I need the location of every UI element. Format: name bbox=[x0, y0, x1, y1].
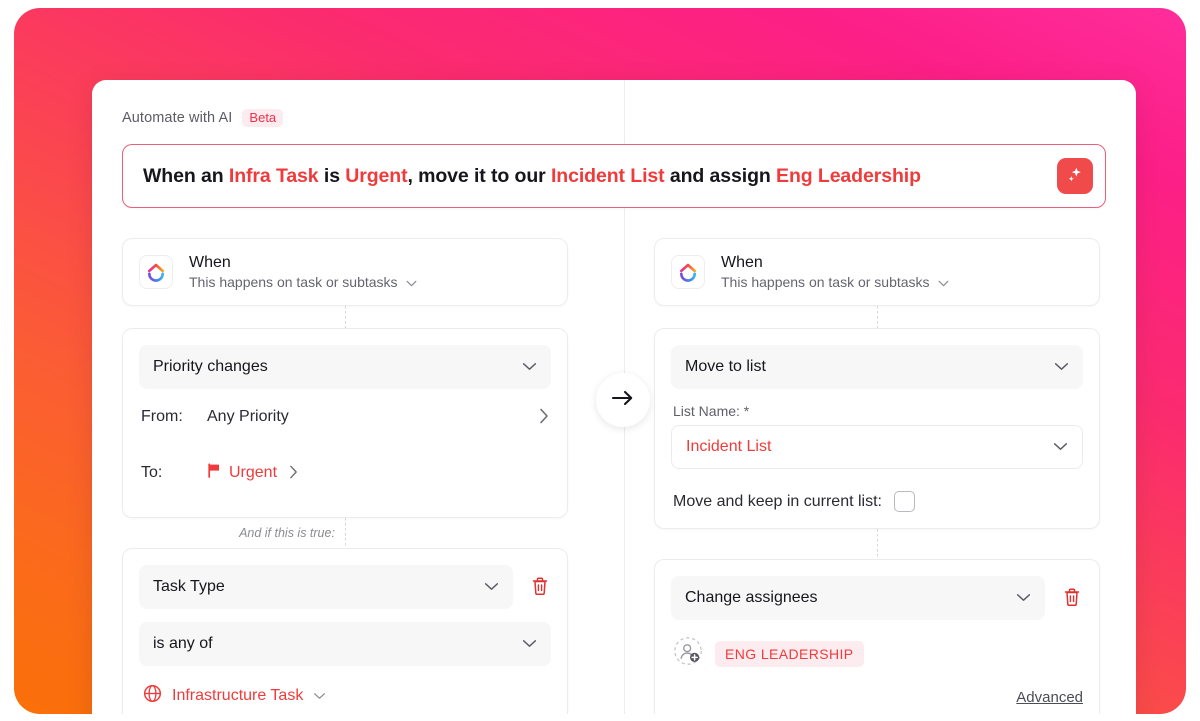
flow-arrow-badge bbox=[596, 373, 650, 427]
advanced-row: Advanced bbox=[671, 689, 1083, 706]
priority-to-row[interactable]: To: Urgent bbox=[139, 445, 551, 501]
trigger-type-select[interactable]: Priority changes bbox=[139, 345, 551, 389]
trigger-type-value: Priority changes bbox=[153, 358, 268, 375]
prompt-segment-1: Infra Task bbox=[228, 164, 319, 187]
action-trigger-title: When bbox=[721, 254, 763, 271]
panel-header: Automate with AI Beta bbox=[122, 108, 1106, 128]
connector-line bbox=[344, 306, 346, 328]
priority-to-value: Urgent bbox=[229, 464, 278, 481]
trigger-config-card: Priority changes From: Any Priority To: … bbox=[122, 328, 568, 518]
trigger-when-card[interactable]: When This happens on task or subtasks bbox=[122, 238, 568, 306]
chevron-down-icon bbox=[522, 358, 537, 376]
ai-prompt-text[interactable]: When an Infra Task is Urgent, move it to… bbox=[143, 165, 1057, 188]
move-to-list-card: Move to list List Name: * Incident List bbox=[654, 328, 1100, 529]
keep-in-list-checkbox[interactable] bbox=[894, 491, 915, 512]
condition-field-row: Task Type bbox=[139, 565, 551, 609]
beta-badge: Beta bbox=[242, 109, 284, 127]
action-column: When This happens on task or subtasks Mo… bbox=[654, 238, 1100, 714]
clickup-logo-icon bbox=[671, 255, 705, 289]
trigger-column: When This happens on task or subtasks Pr… bbox=[122, 238, 568, 714]
condition-strip: And if this is true: bbox=[122, 518, 568, 548]
generate-automation-button[interactable] bbox=[1057, 158, 1093, 194]
priority-from-label: From: bbox=[141, 408, 183, 425]
globe-icon bbox=[143, 684, 162, 708]
list-name-select[interactable]: Incident List bbox=[671, 425, 1083, 469]
change-assignees-card: Change assignees ENG LEADERSHIP Advanced bbox=[654, 559, 1100, 714]
action-trigger-subtitle: This happens on task or subtasks bbox=[721, 274, 930, 290]
condition-field-value: Task Type bbox=[153, 578, 225, 595]
prompt-segment-0: When an bbox=[143, 164, 229, 187]
screenshot-root: Automate with AI Beta When an Infra Task… bbox=[0, 0, 1200, 721]
chevron-down-icon bbox=[1054, 358, 1069, 376]
flag-icon bbox=[207, 463, 221, 483]
prompt-segment-3: Urgent bbox=[345, 164, 408, 187]
page-title: Automate with AI bbox=[122, 110, 233, 126]
clickup-logo-icon bbox=[139, 255, 173, 289]
condition-operator-select[interactable]: is any of bbox=[139, 622, 551, 666]
ai-prompt-bar[interactable]: When an Infra Task is Urgent, move it to… bbox=[122, 144, 1106, 208]
chevron-right-icon bbox=[289, 465, 298, 482]
trash-icon bbox=[1063, 587, 1081, 610]
connector-line bbox=[876, 306, 878, 328]
keep-in-list-label: Move and keep in current list: bbox=[673, 492, 882, 510]
condition-value-row[interactable]: Infrastructure Task bbox=[139, 684, 551, 708]
advanced-link[interactable]: Advanced bbox=[1016, 689, 1083, 706]
list-name-value: Incident List bbox=[686, 438, 772, 455]
chevron-down-icon bbox=[406, 274, 417, 290]
delete-action-button[interactable] bbox=[1061, 586, 1083, 610]
priority-to-label: To: bbox=[141, 464, 163, 481]
assignee-action-select[interactable]: Change assignees bbox=[671, 576, 1045, 620]
prompt-segment-4: , move it to our bbox=[407, 164, 551, 187]
priority-from-value: Any Priority bbox=[207, 408, 289, 425]
connector-line bbox=[345, 518, 346, 548]
action-type-value: Move to list bbox=[685, 358, 766, 375]
list-name-label: List Name: * bbox=[673, 403, 750, 419]
prompt-segment-7: Eng Leadership bbox=[776, 164, 921, 187]
delete-condition-button[interactable] bbox=[529, 575, 551, 599]
chevron-down-icon bbox=[313, 687, 326, 705]
automation-columns: When This happens on task or subtasks Pr… bbox=[122, 238, 1106, 714]
chevron-down-icon bbox=[522, 635, 537, 653]
trigger-title: When bbox=[189, 254, 231, 271]
condition-value: Infrastructure Task bbox=[172, 687, 304, 704]
chevron-right-icon bbox=[539, 408, 549, 427]
condition-card: Task Type is any of Infrastructure Task bbox=[122, 548, 568, 714]
add-person-icon[interactable] bbox=[673, 636, 703, 671]
arrow-right-icon bbox=[611, 389, 635, 412]
sparkle-icon bbox=[1065, 165, 1085, 188]
action-when-card[interactable]: When This happens on task or subtasks bbox=[654, 238, 1100, 306]
priority-to-value-group: Urgent bbox=[207, 463, 277, 483]
keep-in-list-row: Move and keep in current list: bbox=[671, 491, 1083, 512]
trigger-subtitle: This happens on task or subtasks bbox=[189, 274, 398, 290]
chevron-down-icon bbox=[938, 274, 949, 290]
condition-operator-value: is any of bbox=[153, 635, 213, 652]
prompt-segment-2: is bbox=[318, 164, 346, 187]
prompt-segment-5: Incident List bbox=[550, 164, 665, 187]
priority-from-row[interactable]: From: Any Priority bbox=[139, 389, 551, 445]
automation-panel: Automate with AI Beta When an Infra Task… bbox=[92, 80, 1136, 714]
trigger-subtitle-row[interactable]: This happens on task or subtasks bbox=[189, 274, 417, 290]
action-type-select[interactable]: Move to list bbox=[671, 345, 1083, 389]
chevron-down-icon bbox=[1053, 438, 1068, 456]
action-trigger-subtitle-row[interactable]: This happens on task or subtasks bbox=[721, 274, 949, 290]
chevron-down-icon bbox=[484, 578, 499, 596]
gradient-background: Automate with AI Beta When an Infra Task… bbox=[14, 8, 1186, 714]
condition-strip-label: And if this is true: bbox=[229, 526, 345, 540]
prompt-segment-6: and assign bbox=[664, 164, 777, 187]
assignee-action-row: Change assignees bbox=[671, 576, 1083, 620]
connector-line bbox=[876, 529, 878, 559]
assignee-row: ENG LEADERSHIP bbox=[671, 636, 1083, 671]
assignee-action-value: Change assignees bbox=[685, 589, 818, 606]
chevron-down-icon bbox=[1016, 589, 1031, 607]
trash-icon bbox=[531, 576, 549, 599]
assignee-token[interactable]: ENG LEADERSHIP bbox=[715, 640, 864, 667]
condition-field-select[interactable]: Task Type bbox=[139, 565, 513, 609]
